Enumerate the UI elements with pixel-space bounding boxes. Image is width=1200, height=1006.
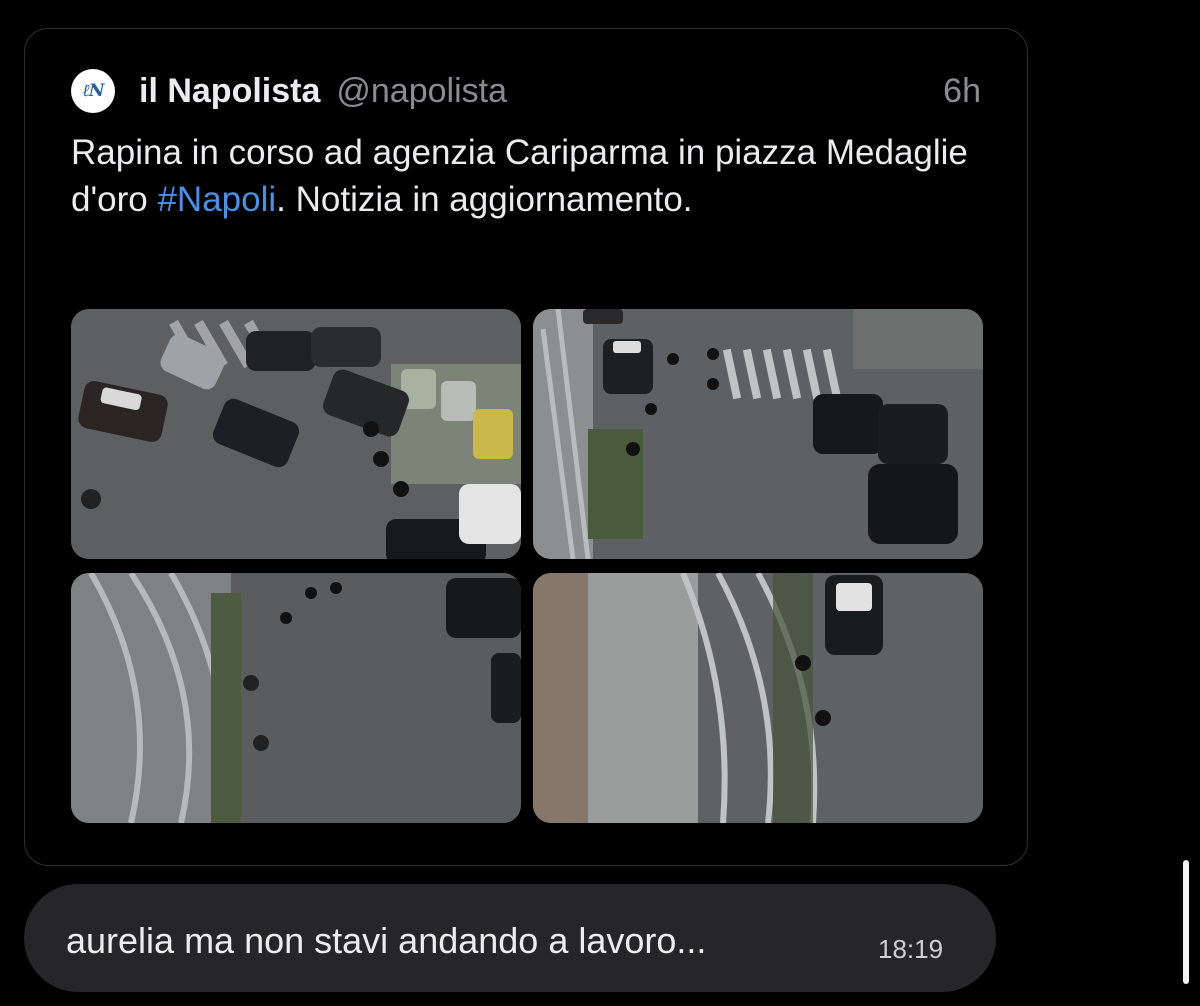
tweet-photo-4[interactable]	[533, 573, 983, 823]
hashtag-link[interactable]: #Napoli	[157, 180, 276, 219]
chat-message-bubble[interactable]: aurelia ma non stavi andando a lavoro...…	[24, 884, 996, 992]
quoted-tweet-card[interactable]: ℓN il Napolista @napolista 6h Rapina in …	[24, 28, 1028, 866]
author-name[interactable]: il Napolista	[139, 72, 320, 111]
tweet-text: Rapina in corso ad agenzia Cariparma in …	[71, 129, 1001, 223]
tweet-photo-2[interactable]	[533, 309, 983, 559]
message-timestamp: 18:19	[878, 934, 944, 964]
author-handle[interactable]: @napolista	[336, 72, 507, 111]
tweet-timestamp: 6h	[943, 71, 981, 110]
tweet-text-end: . Notizia in aggiornamento.	[276, 180, 693, 219]
media-grid	[71, 309, 983, 823]
avatar-logo: ℓN	[82, 81, 105, 101]
message-text: aurelia ma non stavi andando a lavoro...	[66, 920, 707, 961]
author-avatar[interactable]: ℓN	[71, 69, 115, 113]
tweet-photo-3[interactable]	[71, 573, 521, 823]
tweet-header: ℓN il Napolista @napolista 6h	[71, 69, 981, 113]
tweet-photo-1[interactable]	[71, 309, 521, 559]
scrollbar[interactable]	[1183, 860, 1189, 984]
